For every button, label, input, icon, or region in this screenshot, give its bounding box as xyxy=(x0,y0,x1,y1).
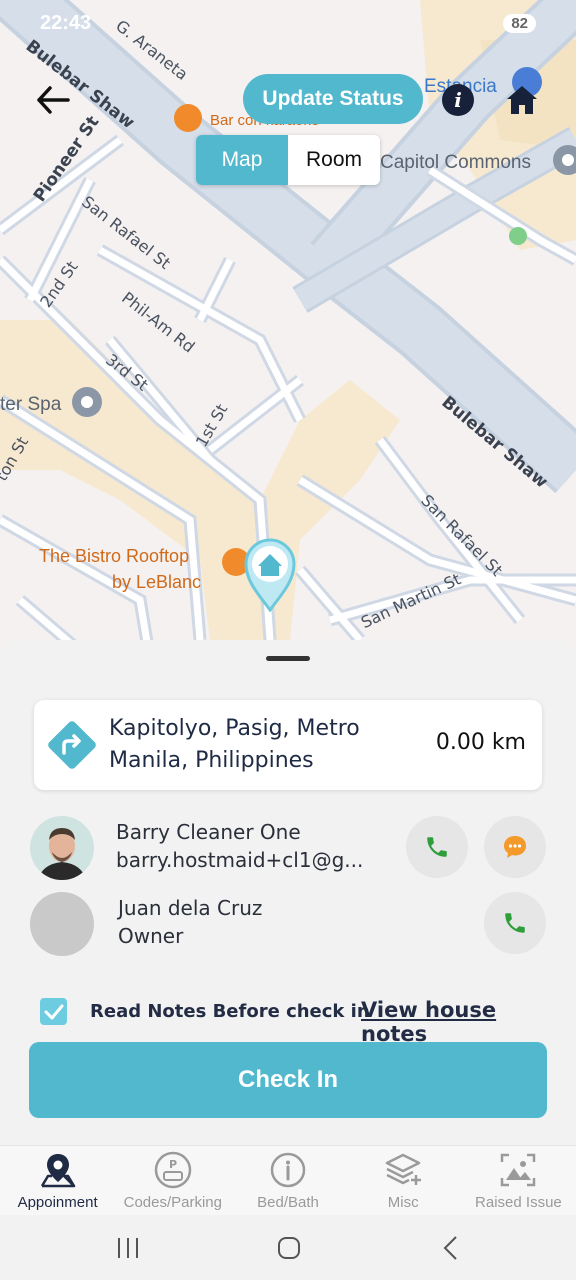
svg-text:P: P xyxy=(169,1158,177,1171)
chat-button[interactable] xyxy=(484,816,546,878)
check-icon xyxy=(44,1004,63,1019)
recent-apps-button[interactable] xyxy=(113,1233,143,1263)
contact-row: Juan dela Cruz Owner xyxy=(30,892,550,956)
tab-map[interactable]: Map xyxy=(196,135,288,185)
address-card[interactable]: Kapitolyo, Pasig, Metro Manila, Philippi… xyxy=(34,700,542,790)
home-nav-button[interactable] xyxy=(274,1233,304,1263)
recent-apps-icon xyxy=(118,1238,138,1258)
info-icon[interactable]: i xyxy=(442,84,474,116)
contact-name: Juan dela Cruz xyxy=(118,896,263,920)
directions-icon xyxy=(46,719,98,771)
battery-indicator: 82 xyxy=(503,13,536,33)
notes-label: Read Notes Before check in xyxy=(90,1001,370,1022)
tab-label: Bed/Bath xyxy=(257,1194,319,1211)
poi-label: Capitol Commons xyxy=(380,152,531,173)
contact-email: barry.hostmaid+cl1@g... xyxy=(116,848,364,872)
address-text: Kapitolyo, Pasig, Metro Manila, Philippi… xyxy=(109,716,360,773)
distance-value: 0.00 km xyxy=(435,730,526,755)
poi-label: ter Spa xyxy=(0,394,62,415)
home-circle-icon xyxy=(278,1237,300,1259)
view-toggle: Map Room xyxy=(196,135,380,185)
contact-name: Barry Cleaner One xyxy=(116,820,301,844)
back-button[interactable] xyxy=(28,80,78,120)
parking-icon: P xyxy=(153,1150,193,1190)
house-marker-icon[interactable] xyxy=(242,536,298,613)
status-time: 22:43 xyxy=(40,11,92,34)
system-nav-bar xyxy=(0,1215,576,1280)
arrow-left-icon xyxy=(37,86,70,114)
tab-raised-issue[interactable]: Raised Issue xyxy=(461,1146,576,1215)
image-frame-icon xyxy=(498,1150,538,1190)
home-icon xyxy=(507,86,537,114)
drag-handle[interactable] xyxy=(266,656,310,661)
call-button[interactable] xyxy=(406,816,468,878)
avatar xyxy=(30,892,94,956)
tab-codes-parking[interactable]: P Codes/Parking xyxy=(115,1146,230,1215)
status-bar: 22:43 82 xyxy=(40,8,536,38)
tab-appointment[interactable]: Appoinment xyxy=(0,1146,115,1215)
call-button[interactable] xyxy=(484,892,546,954)
chevron-left-icon xyxy=(443,1236,457,1260)
read-notes-checkbox[interactable] xyxy=(40,998,67,1025)
check-in-button[interactable]: Check In xyxy=(29,1042,547,1118)
phone-icon xyxy=(427,837,447,857)
contact-row: Barry Cleaner One barry.hostmaid+cl1@g..… xyxy=(30,816,550,880)
back-nav-button[interactable] xyxy=(436,1233,466,1263)
avatar xyxy=(30,816,94,880)
tab-misc[interactable]: Misc xyxy=(346,1146,461,1215)
phone-icon xyxy=(505,913,525,933)
tab-label: Raised Issue xyxy=(475,1194,562,1211)
map-pin-icon xyxy=(38,1150,78,1190)
bottom-sheet: Kapitolyo, Pasig, Metro Manila, Philippi… xyxy=(0,640,576,1145)
poi-label: by LeBlanc xyxy=(112,572,202,592)
tab-label: Appoinment xyxy=(17,1194,98,1211)
tab-label: Codes/Parking xyxy=(123,1194,222,1211)
poi-label: The Bistro Rooftop xyxy=(39,546,190,566)
home-button[interactable] xyxy=(502,80,542,120)
info-circle-icon xyxy=(268,1150,308,1190)
chat-icon xyxy=(504,836,526,858)
contact-role: Owner xyxy=(118,924,184,948)
layers-plus-icon xyxy=(383,1150,423,1190)
view-house-notes-link[interactable]: View house notes xyxy=(361,998,560,1046)
notes-row: Read Notes Before check in View house no… xyxy=(40,998,560,1046)
update-status-button[interactable]: Update Status xyxy=(243,74,423,124)
bottom-tab-bar: Appoinment P Codes/Parking Bed/Bath Misc… xyxy=(0,1145,576,1215)
tab-label: Misc xyxy=(387,1194,419,1211)
map-view[interactable]: Bulebar Shaw G. Araneta Pioneer St San R… xyxy=(0,0,576,660)
tab-bed-bath[interactable]: Bed/Bath xyxy=(230,1146,345,1215)
tab-room[interactable]: Room xyxy=(288,135,380,185)
